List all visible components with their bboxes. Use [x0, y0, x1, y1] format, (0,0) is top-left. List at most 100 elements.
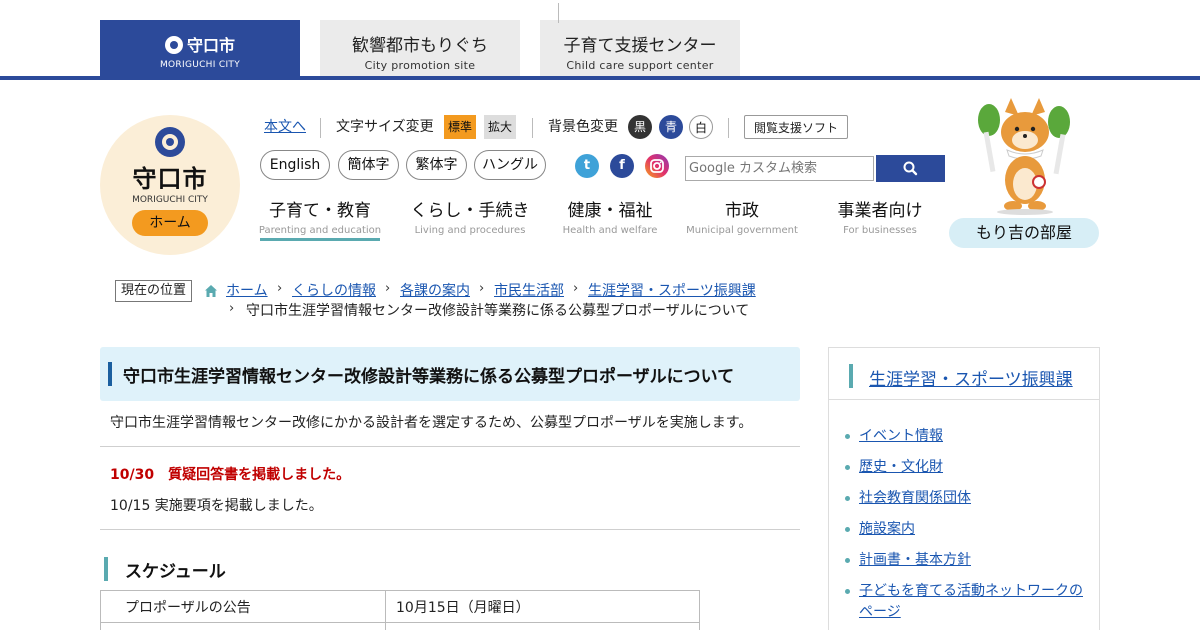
breadcrumb-item-home[interactable]: ホーム: [226, 280, 268, 302]
chevron-right-icon: ›: [385, 281, 391, 296]
font-size-label: 文字サイズ変更: [336, 119, 434, 135]
schedule-item: [100, 622, 386, 630]
instagram-glyph: [650, 159, 664, 173]
nav-item-parenting[interactable]: 子育て・教育 Parenting and education: [258, 196, 382, 241]
title-accent-bar: [108, 362, 112, 386]
site-tab-child-care[interactable]: 子育て支援センター Child care support center: [540, 20, 740, 76]
sidebar-item-child-network: 子どもを育てる活動ネットワークのページ: [843, 581, 1088, 623]
bg-blue-button[interactable]: 青: [659, 115, 683, 139]
breadcrumb-item-living-info[interactable]: くらしの情報: [292, 280, 376, 302]
header-divider: [0, 76, 1200, 80]
site-tabs: 守口市 MORIGUCHI CITY 歓響都市もりぐち City promoti…: [0, 0, 1200, 80]
sidebar-link[interactable]: 施設案内: [859, 521, 915, 537]
divider: [100, 446, 800, 447]
article-title-box: 守口市生涯学習情報センター改修設計等業務に係る公募型プロポーザルについて: [100, 347, 800, 401]
sidebar-item-social-education: 社会教育関係団体: [843, 488, 1088, 509]
home-button[interactable]: ホーム: [132, 210, 208, 236]
skip-to-content-link[interactable]: 本文へ: [264, 115, 306, 139]
nav-item-sublabel: Health and welfare: [562, 225, 658, 236]
font-size-standard-button[interactable]: 標準: [444, 115, 477, 139]
table-row: プロポーザルの公告 10月15日（月曜日）: [100, 590, 700, 623]
nav-item-municipal[interactable]: 市政 Municipal government: [680, 196, 804, 236]
site-tab-title: 子育て支援センター: [563, 36, 717, 56]
sidebar-link[interactable]: 歴史・文化財: [859, 459, 943, 475]
nav-item-sublabel: Living and procedures: [414, 225, 526, 236]
nav-item-label: くらし・手続き: [410, 201, 530, 221]
schedule-date: 10月15日（月曜日）: [385, 590, 700, 623]
chevron-right-icon: ›: [277, 281, 283, 296]
site-tab-city-promotion[interactable]: 歓響都市もりぐち City promotion site: [320, 20, 520, 76]
bg-black-button[interactable]: 黒: [628, 115, 652, 139]
city-emblem-icon: [155, 127, 185, 157]
instagram-icon[interactable]: [645, 154, 669, 178]
sidebar-links: イベント情報 歴史・文化財 社会教育関係団体 施設案内 計画書・基本方針 子ども…: [843, 426, 1088, 630]
nav-item-health[interactable]: 健康・福祉 Health and welfare: [548, 196, 672, 236]
site-tab-title: 守口市: [186, 36, 235, 55]
language-traditional-chinese-button[interactable]: 繁体字: [406, 150, 467, 180]
twitter-icon[interactable]: t: [575, 154, 599, 178]
nav-item-label: 子育て・教育: [269, 201, 371, 221]
sidebar-heading-link[interactable]: 生涯学習・スポーツ振興課: [869, 365, 1073, 390]
bg-color-label: 背景色変更: [548, 119, 618, 135]
table-row: [100, 622, 700, 630]
breadcrumb-item-civic-life[interactable]: 市民生活部: [494, 280, 564, 302]
city-emblem-icon: [164, 36, 183, 54]
sidebar-link[interactable]: 子どもを育てる活動ネットワークのページ: [859, 583, 1083, 620]
divider: [558, 3, 559, 23]
logo-city-name: 守口市: [132, 165, 208, 193]
schedule-date: [385, 622, 700, 630]
sidebar-item-facilities: 施設案内: [843, 519, 1088, 540]
city-logo[interactable]: 守口市 MORIGUCHI CITY ホーム: [100, 115, 240, 255]
sidebar-item-plans: 計画書・基本方針: [843, 550, 1088, 571]
update-notice-red: 10/30 質疑回答書を掲載しました。: [110, 467, 351, 483]
site-tab-subtitle: MORIGUCHI CITY: [159, 60, 241, 70]
update-notice: 10/15 実施要項を掲載しました。: [110, 498, 323, 514]
sidebar-header: 生涯学習・スポーツ振興課: [829, 348, 1099, 400]
nav-item-sublabel: For businesses: [843, 225, 917, 236]
home-icon: [205, 285, 217, 297]
breadcrumb-item-departments[interactable]: 各課の案内: [400, 280, 470, 302]
breadcrumb-item-lifelong-learning[interactable]: 生涯学習・スポーツ振興課: [588, 280, 756, 302]
search-input[interactable]: [685, 156, 874, 181]
bg-white-button[interactable]: 白: [689, 115, 713, 139]
language-simplified-chinese-button[interactable]: 簡体字: [338, 150, 399, 180]
heading-accent-bar: [849, 364, 853, 388]
schedule-heading: スケジュール: [125, 562, 226, 582]
chevron-right-icon: ›: [479, 281, 485, 296]
nav-item-living[interactable]: くらし・手続き Living and procedures: [408, 196, 532, 236]
font-size-large-button[interactable]: 拡大: [484, 115, 517, 139]
chevron-right-icon: ›: [573, 281, 579, 296]
sidebar-link[interactable]: 社会教育関係団体: [859, 490, 971, 506]
language-english-button[interactable]: English: [260, 150, 330, 180]
nav-item-label: 健康・福祉: [567, 201, 653, 221]
site-tab-subtitle: Child care support center: [566, 59, 714, 72]
chevron-right-icon: ›: [229, 301, 235, 316]
nav-item-sublabel: Municipal government: [686, 225, 798, 236]
article-intro: 守口市生涯学習情報センター改修にかかる設計者を選定するため、公募型プロポーザルを…: [110, 415, 753, 431]
nav-item-label: 事業者向け: [837, 201, 923, 221]
schedule-table: プロポーザルの公告 10月15日（月曜日）: [100, 590, 700, 630]
language-korean-button[interactable]: ハングル: [474, 150, 546, 180]
heading-accent-bar: [104, 557, 108, 581]
nav-item-business[interactable]: 事業者向け For businesses: [818, 196, 942, 236]
site-tab-moriguchi-city[interactable]: 守口市 MORIGUCHI CITY: [100, 20, 300, 76]
divider: [532, 118, 533, 138]
morikichi-room-button[interactable]: もり吉の部屋: [949, 218, 1099, 248]
nav-item-label: 市政: [725, 201, 759, 221]
mascot-morikichi-image[interactable]: [975, 98, 1075, 216]
sidebar-item-events: イベント情報: [843, 426, 1088, 447]
breadcrumb-label: 現在の位置: [115, 280, 193, 302]
search-button[interactable]: [876, 155, 945, 182]
divider: [728, 118, 729, 138]
sidebar-link[interactable]: イベント情報: [859, 428, 943, 444]
sidebar-link[interactable]: 計画書・基本方針: [859, 552, 971, 568]
search-icon: [903, 161, 918, 176]
breadcrumb-current: 守口市生涯学習情報センター改修設計等業務に係る公募型プロポーザルについて: [246, 303, 750, 319]
divider: [320, 118, 321, 138]
logo-city-roman: MORIGUCHI CITY: [132, 195, 208, 205]
reading-assist-button[interactable]: 閲覧支援ソフト: [744, 115, 849, 139]
nav-item-sublabel: Parenting and education: [258, 225, 382, 236]
sidebar-item-history: 歴史・文化財: [843, 457, 1088, 478]
facebook-icon[interactable]: f: [610, 154, 634, 178]
sidebar: 生涯学習・スポーツ振興課 イベント情報 歴史・文化財 社会教育関係団体 施設案内…: [828, 347, 1100, 630]
